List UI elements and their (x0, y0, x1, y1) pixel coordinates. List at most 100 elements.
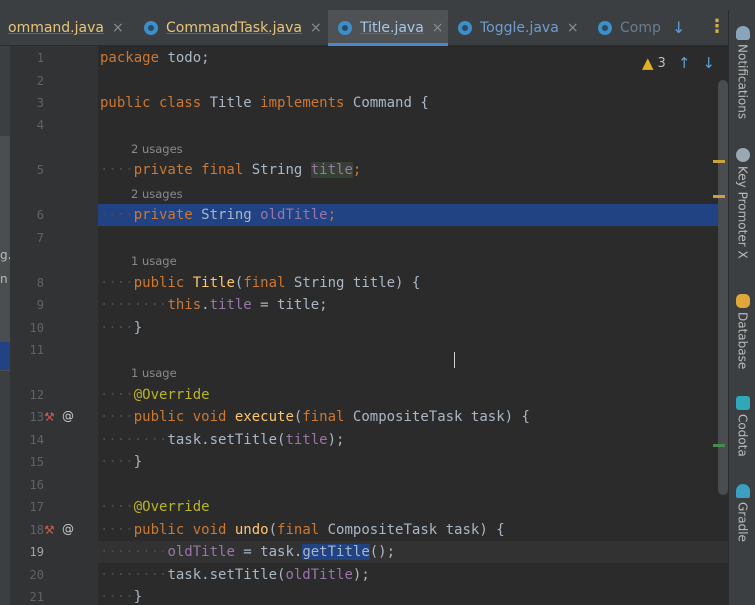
tab-title[interactable]: Title.java × (328, 10, 448, 46)
method-call: getTitle (302, 544, 370, 560)
keyword: final (277, 522, 320, 538)
line-number: 2 (36, 74, 44, 88)
field-name: oldTitle (260, 207, 328, 223)
current-code-line: ········oldTitle = task.getTitle(); (98, 541, 728, 563)
code-line: ····} (100, 320, 143, 336)
code-text: } (133, 589, 143, 605)
line-number: 19 (29, 545, 44, 559)
tool-label: Gradle (735, 502, 750, 542)
override-marker-icon[interactable]: @ (62, 409, 74, 423)
gradle-icon (735, 484, 750, 498)
tool-gradle[interactable]: Gradle (729, 484, 755, 542)
editor-gutter[interactable]: 1 2 3 4 5 6 7 8 9 10 11 12 13 14 15 16 1… (10, 46, 107, 605)
line-number: 3 (36, 96, 44, 110)
line-number: 16 (29, 478, 44, 492)
tab-toggle[interactable]: Toggle.java × (448, 10, 586, 46)
method-name: Title (192, 275, 235, 291)
vertical-scrollbar[interactable] (718, 80, 728, 495)
keyword: package (100, 50, 160, 66)
code-line: package todo; (98, 47, 728, 69)
code-line: ····} (100, 589, 143, 605)
code-line: ····@Override (100, 499, 210, 515)
close-icon[interactable]: × (310, 20, 322, 36)
usages-hint[interactable]: 2 usages (131, 187, 183, 201)
codota-icon (735, 396, 750, 410)
code-editor[interactable]: package todo; public class Title impleme… (98, 46, 728, 605)
line-number: 1 (36, 51, 44, 65)
close-icon[interactable]: × (112, 20, 124, 36)
tool-label: Key Promoter X (735, 166, 750, 259)
field-name: title (285, 432, 328, 448)
line-number: 6 (36, 208, 44, 222)
java-class-icon (144, 21, 158, 35)
right-tool-bar: Notifications Key Promoter X Database Co… (728, 10, 755, 605)
code-text: CompositeTask task) { (319, 522, 505, 538)
implementing-method-icon[interactable]: ⚒ (44, 410, 55, 424)
line-number: 18 (29, 523, 44, 537)
override-marker-icon[interactable]: @ (62, 522, 74, 536)
tool-label: Database (735, 312, 750, 370)
code-text: ); (352, 567, 370, 583)
tab-commandtask[interactable]: CommandTask.java × (138, 10, 328, 46)
java-class-icon (338, 21, 352, 35)
tab-label: CommandTask.java (166, 20, 302, 36)
editor-tab-bar: ommand.java × CommandTask.java × Title.j… (0, 10, 728, 46)
key-promoter-icon (735, 148, 750, 162)
tool-notifications[interactable]: Notifications (729, 26, 755, 119)
code-line: ····public void undo(final CompositeTask… (100, 522, 505, 538)
left-panel-edge: g. n (0, 46, 11, 605)
left-panel-selection (0, 342, 10, 370)
implementing-method-icon[interactable]: ⚒ (44, 523, 55, 537)
java-class-icon (458, 21, 472, 35)
code-text: } (133, 454, 143, 470)
tool-database[interactable]: Database (729, 294, 755, 369)
code-text: CompositeTask task) { (344, 409, 530, 425)
keyword: public void (133, 409, 227, 425)
selected-code-line: ····private String oldTitle; (98, 204, 728, 226)
tab-composite[interactable]: Comp (586, 10, 662, 46)
tool-codota[interactable]: Codota (729, 396, 755, 457)
line-number: 13 (29, 410, 44, 424)
usages-hint[interactable]: 2 usages (131, 142, 183, 156)
window-top-strip (0, 0, 755, 10)
change-marker[interactable] (713, 444, 725, 447)
code-line: ········task.setTitle(oldTitle); (100, 567, 370, 583)
code-line: ····} (100, 454, 143, 470)
line-number: 7 (36, 231, 44, 245)
annotation: @Override (133, 499, 210, 515)
keyword: private final (133, 162, 244, 178)
field-name: oldTitle (167, 544, 235, 560)
more-options-icon[interactable]: ⋮ (708, 16, 726, 37)
annotation: @Override (133, 387, 210, 403)
usages-hint[interactable]: 1 usage (131, 366, 177, 380)
method-name: execute (234, 409, 294, 425)
line-number: 11 (29, 343, 44, 357)
inspections-widget[interactable]: ▲ 3 ↑ ↓ (642, 54, 715, 72)
tab-label: Toggle.java (480, 20, 559, 36)
usages-hint[interactable]: 1 usage (131, 254, 177, 268)
line-number: 21 (29, 590, 44, 604)
tab-label: ommand.java (8, 20, 104, 36)
warning-marker[interactable] (713, 195, 725, 198)
tab-command[interactable]: ommand.java × (0, 10, 138, 46)
warning-marker[interactable] (713, 160, 725, 163)
code-line: ····public void execute(final CompositeT… (100, 409, 530, 425)
field-name: title (310, 162, 353, 178)
class-name: Title (201, 95, 261, 111)
line-number: 20 (29, 568, 44, 582)
next-highlight-icon[interactable]: ↓ (702, 54, 715, 72)
tool-key-promoter[interactable]: Key Promoter X (729, 148, 755, 259)
warning-triangle-icon: ▲ (642, 54, 654, 72)
keyword: final (243, 275, 286, 291)
mouse-text-cursor (454, 352, 460, 368)
previous-highlight-icon[interactable]: ↑ (678, 54, 691, 72)
close-icon[interactable]: × (432, 20, 444, 36)
code-text: Command { (344, 95, 429, 111)
show-hidden-tabs-icon[interactable]: ↓ (672, 18, 685, 37)
close-icon[interactable]: × (567, 20, 579, 36)
code-text: } (133, 320, 143, 336)
tab-label: Title.java (360, 20, 424, 36)
field-name: oldTitle (285, 567, 353, 583)
code-text: String title) { (285, 275, 421, 291)
keyword: public void (133, 522, 227, 538)
